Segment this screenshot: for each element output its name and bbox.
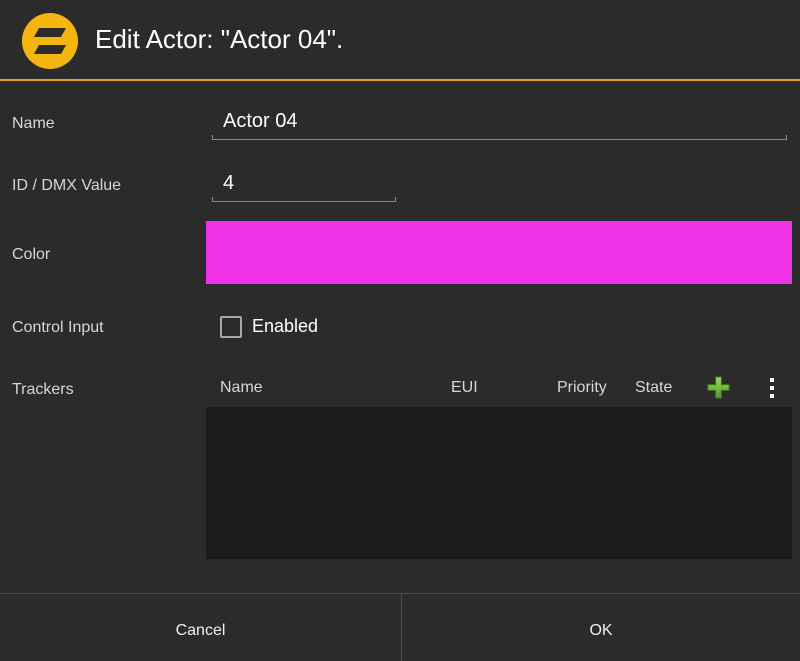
trackers-column-priority: Priority — [557, 379, 607, 396]
dialog-title: Edit Actor: "Actor 04". — [95, 24, 344, 54]
trackers-label: Trackers — [12, 381, 74, 398]
id-dmx-input-value: 4 — [223, 172, 235, 194]
control-input-label: Control Input — [12, 319, 104, 336]
name-label: Name — [12, 115, 55, 132]
control-input-checkbox[interactable] — [220, 316, 242, 338]
ok-button[interactable]: OK — [402, 594, 800, 661]
trackers-list[interactable] — [206, 407, 792, 559]
plus-icon[interactable] — [707, 376, 730, 399]
trackers-column-state: State — [635, 379, 673, 396]
control-input-checkbox-label[interactable]: Enabled — [252, 316, 318, 337]
more-vert-icon[interactable] — [766, 377, 778, 399]
color-label: Color — [12, 246, 51, 263]
dialog-header: Edit Actor: "Actor 04". — [0, 0, 800, 81]
trackers-column-eui: EUI — [451, 379, 478, 396]
edit-actor-dialog: Edit Actor: "Actor 04". Name Actor 04 ID… — [0, 0, 800, 661]
app-logo-icon — [22, 13, 78, 69]
cancel-button[interactable]: Cancel — [0, 594, 401, 661]
name-input-underline — [212, 135, 787, 140]
dialog-footer: Cancel OK — [0, 593, 800, 661]
trackers-column-name: Name — [220, 379, 263, 396]
name-input[interactable]: Actor 04 — [212, 104, 787, 140]
id-dmx-input[interactable]: 4 — [212, 166, 396, 202]
id-dmx-input-underline — [212, 197, 396, 202]
name-input-value: Actor 04 — [223, 110, 298, 132]
id-dmx-label: ID / DMX Value — [12, 177, 122, 194]
color-swatch[interactable] — [206, 221, 792, 284]
